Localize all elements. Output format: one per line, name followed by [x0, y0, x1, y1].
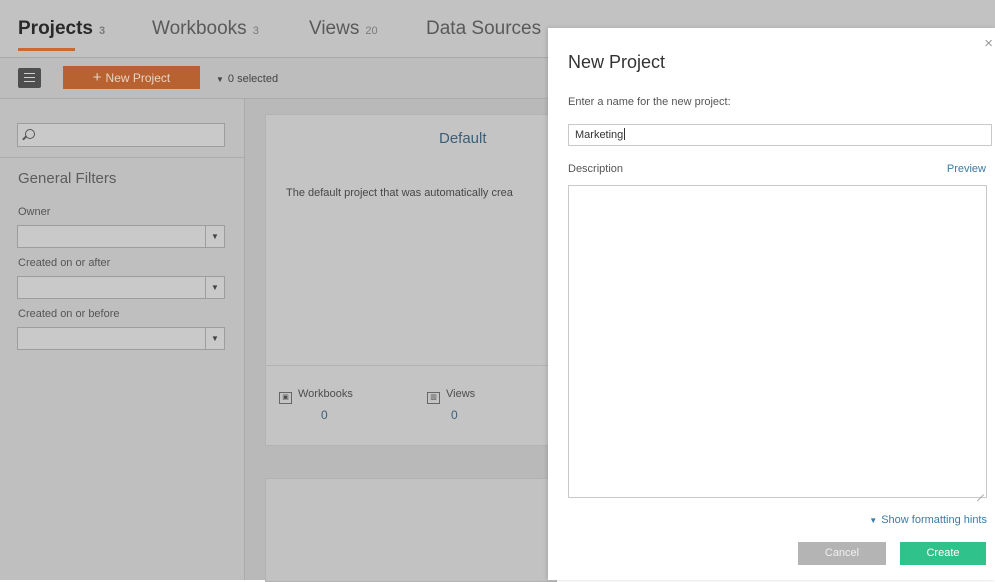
- cancel-button[interactable]: Cancel: [798, 542, 886, 565]
- new-project-button[interactable]: + New Project: [63, 66, 200, 89]
- project-name-label: Enter a name for the new project:: [568, 96, 731, 108]
- owner-filter-select[interactable]: ▼: [17, 225, 225, 248]
- project-name-value: Marketing: [575, 129, 624, 141]
- workbooks-stat-label: Workbooks: [298, 388, 353, 400]
- views-icon: ▥: [427, 392, 440, 404]
- create-button[interactable]: Create: [900, 542, 986, 565]
- filter-panel-toggle-button[interactable]: [18, 68, 41, 88]
- dialog-title: New Project: [568, 52, 666, 72]
- formatting-hints-label: Show formatting hints: [881, 514, 987, 526]
- show-formatting-hints-link[interactable]: ▼ Show formatting hints: [869, 514, 987, 526]
- close-icon[interactable]: ×: [984, 36, 993, 51]
- search-input[interactable]: [17, 123, 225, 147]
- workbooks-stat-value[interactable]: 0: [321, 408, 328, 422]
- created-before-filter-label: Created on or before: [18, 308, 120, 320]
- views-stat-label: Views: [446, 388, 476, 400]
- views-stat: ▥ Views 0: [427, 388, 476, 422]
- tab-count: 3: [252, 25, 259, 37]
- created-after-filter-label: Created on or after: [18, 257, 111, 269]
- tab-label: Views: [309, 18, 360, 39]
- tab-label: Data Sources: [426, 18, 542, 39]
- search-icon: [25, 129, 35, 139]
- text-cursor: [624, 128, 626, 140]
- project-card[interactable]: [265, 478, 557, 582]
- selection-dropdown[interactable]: ▼ 0 selected: [216, 73, 278, 85]
- tab-views[interactable]: Views 20: [309, 18, 378, 40]
- caret-down-icon: ▼: [869, 516, 878, 525]
- chevron-down-icon: ▼: [205, 226, 224, 247]
- created-after-filter-select[interactable]: ▼: [17, 276, 225, 299]
- project-card-title[interactable]: Default: [439, 130, 487, 147]
- caret-down-icon: ▼: [216, 75, 224, 84]
- owner-filter-label: Owner: [18, 206, 51, 218]
- preview-link[interactable]: Preview: [947, 163, 986, 175]
- tab-label: Projects: [18, 18, 93, 39]
- tab-label: Workbooks: [152, 18, 247, 39]
- description-textarea[interactable]: [568, 185, 987, 498]
- filters-sidebar: General Filters Owner ▼ Created on or af…: [0, 99, 245, 580]
- workbooks-stat: ▣ Workbooks 0: [279, 388, 353, 422]
- description-label: Description: [568, 163, 624, 175]
- tab-count: 20: [365, 25, 378, 37]
- resize-handle-icon[interactable]: [977, 488, 984, 495]
- created-before-filter-select[interactable]: ▼: [17, 327, 225, 350]
- views-stat-value[interactable]: 0: [451, 408, 458, 422]
- selected-count-label: 0 selected: [227, 73, 279, 85]
- new-project-dialog: × New Project Enter a name for the new p…: [548, 28, 995, 580]
- project-name-input[interactable]: Marketing: [568, 124, 992, 146]
- tab-projects[interactable]: Projects 3: [18, 18, 106, 51]
- workbook-icon: ▣: [279, 392, 292, 404]
- project-card-description: The default project that was automatical…: [286, 187, 513, 199]
- new-project-label: New Project: [105, 71, 171, 85]
- project-card-footer: ▣ Workbooks 0 ▥ Views 0: [266, 365, 556, 446]
- tab-data-sources[interactable]: Data Sources: [426, 18, 541, 40]
- plus-icon: +: [92, 69, 102, 86]
- tab-workbooks[interactable]: Workbooks 3: [152, 18, 259, 40]
- chevron-down-icon: ▼: [205, 277, 224, 298]
- chevron-down-icon: ▼: [205, 328, 224, 349]
- general-filters-heading: General Filters: [18, 170, 117, 187]
- tab-count: 3: [98, 25, 106, 37]
- divider: [0, 157, 244, 158]
- project-card[interactable]: Default The default project that was aut…: [265, 114, 557, 446]
